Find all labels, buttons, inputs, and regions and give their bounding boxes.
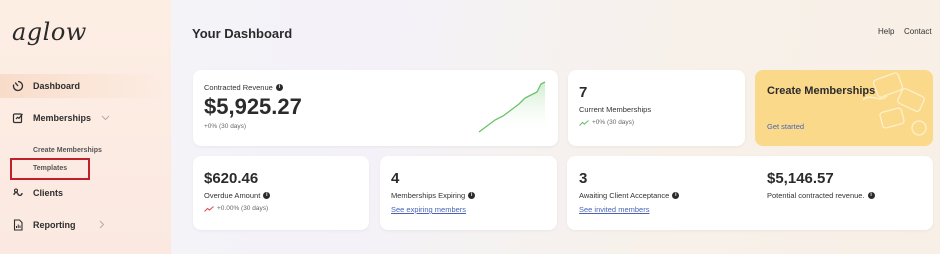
- sidebar: aglow Dashboard Memberships Create Membe…: [0, 0, 171, 254]
- app-logo[interactable]: aglow: [12, 18, 87, 46]
- contracted-revenue-value: $5,925.27: [204, 94, 302, 119]
- sidebar-item-label: Memberships: [33, 113, 92, 123]
- memberships-expiring-card: 4 Memberships Expiring i See expiring me…: [380, 156, 557, 230]
- memberships-expiring-value: 4: [391, 170, 400, 187]
- potential-revenue-label: Potential contracted revenue.: [767, 191, 865, 200]
- get-started-link[interactable]: Get started: [767, 122, 804, 131]
- dashboard-icon: [11, 79, 25, 93]
- trend-icon: [204, 205, 214, 212]
- sidebar-item-label: Clients: [33, 188, 64, 198]
- current-memberships-label: Current Memberships: [579, 105, 652, 114]
- current-memberships-card: 7 Current Memberships +0% (30 days): [568, 70, 745, 146]
- memberships-expiring-label: Memberships Expiring: [391, 191, 466, 200]
- decorative-pattern-icon: [862, 72, 927, 136]
- sidebar-item-memberships[interactable]: Memberships: [0, 106, 171, 130]
- sidebar-subitem-create-memberships[interactable]: Create Memberships: [33, 147, 102, 154]
- awaiting-potential-card: 3 Awaiting Client Acceptance i See invit…: [567, 156, 933, 230]
- see-expiring-members-link[interactable]: See expiring members: [391, 205, 466, 214]
- contracted-revenue-label: Contracted Revenue: [204, 83, 273, 92]
- sidebar-item-reporting[interactable]: Reporting: [0, 213, 171, 237]
- awaiting-acceptance-label: Awaiting Client Acceptance: [579, 191, 670, 200]
- awaiting-acceptance-value: 3: [579, 170, 588, 187]
- sidebar-item-dashboard[interactable]: Dashboard: [0, 74, 171, 98]
- revenue-sparkline: [478, 81, 546, 136]
- current-memberships-change: +0% (30 days): [592, 119, 635, 126]
- contracted-revenue-card: Contracted Revenue i $5,925.27 +0% (30 d…: [193, 70, 558, 146]
- clients-icon: [11, 186, 25, 200]
- current-memberships-value: 7: [579, 84, 588, 101]
- overdue-amount-change: +0.00% (30 days): [217, 205, 269, 212]
- create-memberships-card[interactable]: Create Memberships Get started: [755, 70, 933, 146]
- page-title: Your Dashboard: [192, 26, 293, 41]
- overdue-amount-label: Overdue Amount: [204, 191, 261, 200]
- info-icon[interactable]: i: [672, 192, 680, 199]
- sidebar-item-clients[interactable]: Clients: [0, 181, 171, 205]
- create-memberships-title: Create Memberships: [767, 85, 876, 97]
- see-invited-members-link[interactable]: See invited members: [579, 205, 649, 214]
- info-icon[interactable]: i: [263, 192, 271, 199]
- overdue-amount-value: $620.46: [204, 170, 259, 187]
- contact-link[interactable]: Contact: [904, 27, 932, 36]
- info-icon[interactable]: i: [275, 84, 283, 91]
- potential-revenue-value: $5,146.57: [767, 170, 834, 187]
- reporting-icon: [11, 218, 25, 232]
- sidebar-item-label: Reporting: [33, 220, 76, 230]
- annotation-highlight-box: [10, 158, 90, 180]
- chevron-down-icon[interactable]: [101, 113, 110, 123]
- trend-up-icon: [579, 119, 589, 126]
- sidebar-item-label: Dashboard: [33, 81, 81, 91]
- memberships-icon: [11, 111, 25, 125]
- info-icon[interactable]: i: [468, 192, 476, 199]
- help-link[interactable]: Help: [878, 27, 894, 36]
- contracted-revenue-change: +0% (30 days): [204, 123, 247, 130]
- overdue-amount-card: $620.46 Overdue Amount i +0.00% (30 days…: [193, 156, 369, 230]
- info-icon[interactable]: i: [867, 192, 875, 199]
- chevron-right-icon[interactable]: [99, 220, 105, 231]
